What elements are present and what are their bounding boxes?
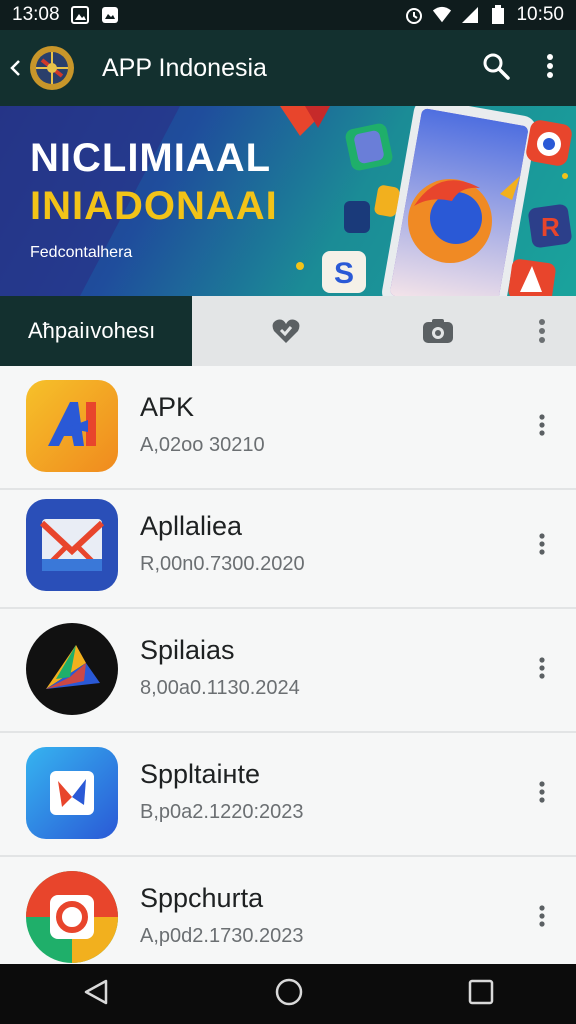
back-nav-icon[interactable] xyxy=(82,978,110,1011)
status-time: 13:08 xyxy=(12,4,60,25)
x-app-icon xyxy=(26,747,118,839)
app-list: APK A,02oo 30210 Apllaliea R,00n0.7300.2… xyxy=(0,366,576,964)
more-vert-icon[interactable] xyxy=(530,777,554,807)
camera-icon[interactable] xyxy=(420,313,456,349)
svg-text:S: S xyxy=(334,257,354,290)
image-icon xyxy=(70,5,90,25)
list-item[interactable]: Apllaliea R,00n0.7300.2020 xyxy=(0,485,576,609)
apk-app-icon xyxy=(26,380,118,472)
more-vert-icon[interactable] xyxy=(530,901,554,931)
promo-banner[interactable]: S R NICLIMIAAL INIADONAAI Fedcontalhera xyxy=(0,106,576,296)
banner-headline: NICLIMIAAL xyxy=(30,136,272,180)
photo-icon xyxy=(100,5,120,25)
more-vert-icon[interactable] xyxy=(530,653,554,683)
signal-icon xyxy=(460,5,480,25)
status-bar: 13:08 10:50 xyxy=(0,0,576,30)
more-vert-icon[interactable] xyxy=(546,53,554,84)
app-name: APK xyxy=(140,392,195,422)
banner-subheadline: INIADONAAI xyxy=(30,184,278,228)
app-bar: APP Indonesia xyxy=(0,30,576,106)
app-meta: R,00n0.7300.2020 xyxy=(140,553,305,575)
app-name: Sppltaiнte xyxy=(140,759,260,789)
tab-applications[interactable]: Aħpaiıvohesı xyxy=(0,296,192,366)
recents-nav-icon[interactable] xyxy=(468,979,494,1010)
app-meta: B,p0a2.1220:2023 xyxy=(140,801,304,823)
list-item[interactable]: APK A,02oo 30210 xyxy=(0,366,576,490)
svg-text:R: R xyxy=(541,212,560,242)
tab-label: Aħpaiıvohesı xyxy=(28,318,156,343)
app-name: Sppchurta xyxy=(140,883,264,913)
list-item[interactable]: Sppchurta A,p0d2.1730.2023 xyxy=(0,857,576,964)
app-logo xyxy=(24,40,80,96)
more-vert-icon[interactable] xyxy=(530,410,554,440)
status-time-right: 10:50 xyxy=(516,4,564,25)
app-name: Spilaias xyxy=(140,635,235,665)
app-meta: A,p0d2.1730.2023 xyxy=(140,925,304,947)
list-item[interactable]: Spilaias 8,00a0.1130.2024 xyxy=(0,609,576,733)
envelope-app-icon xyxy=(26,499,118,591)
tab-bar: Aħpaiıvohesı xyxy=(0,296,576,366)
list-item[interactable]: Sppltaiнte B,p0a2.1220:2023 xyxy=(0,733,576,857)
chrome-app-icon xyxy=(26,871,118,963)
tab-more-icon[interactable] xyxy=(524,313,560,349)
search-icon[interactable] xyxy=(482,52,510,85)
triangle-app-icon xyxy=(26,623,118,715)
app-meta: A,02oo 30210 xyxy=(140,434,265,456)
alarm-icon xyxy=(404,5,424,25)
app-meta: 8,00a0.1130.2024 xyxy=(140,677,300,699)
more-vert-icon[interactable] xyxy=(530,529,554,559)
heart-icon[interactable] xyxy=(268,313,304,349)
battery-icon xyxy=(488,5,508,25)
app-name: Apllaliea xyxy=(140,511,243,541)
banner-caption: Fedcontalhera xyxy=(30,244,133,261)
home-nav-icon[interactable] xyxy=(274,977,304,1012)
system-nav-bar xyxy=(0,964,576,1024)
wifi-icon xyxy=(432,5,452,25)
app-title: APP Indonesia xyxy=(102,53,267,82)
